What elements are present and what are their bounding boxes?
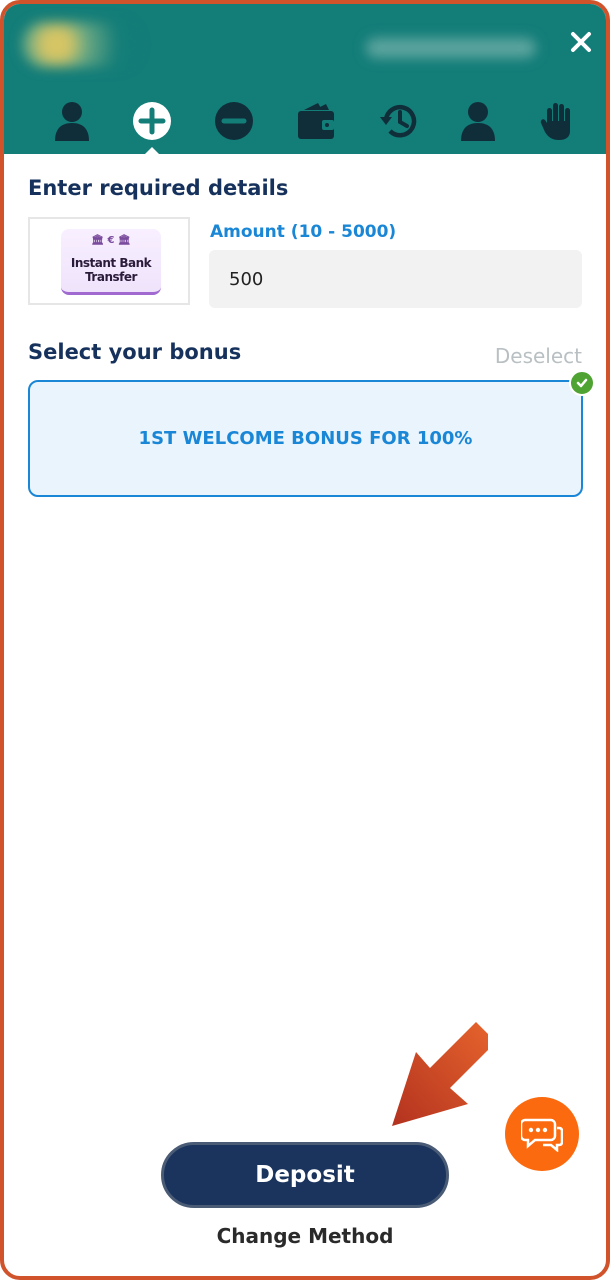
method-logo-text: Instant Bank Transfer xyxy=(70,256,152,284)
hand-icon[interactable] xyxy=(535,98,581,144)
bonus-option[interactable]: 1ST WELCOME BONUS FOR 100% xyxy=(28,380,583,497)
account-tabs xyxy=(4,98,606,148)
minus-circle-icon[interactable] xyxy=(211,98,257,144)
chat-icon[interactable] xyxy=(505,1097,579,1171)
pointer-arrow-icon xyxy=(392,1022,488,1126)
amount-label: Amount (10 - 5000) xyxy=(210,222,397,242)
bank-icon: 🏛 xyxy=(117,235,131,246)
plus-circle-icon[interactable] xyxy=(129,98,175,144)
profile-icon[interactable] xyxy=(455,98,501,144)
modal-header xyxy=(4,4,606,154)
change-method-link[interactable]: Change Method xyxy=(4,1224,606,1248)
check-icon xyxy=(569,370,595,396)
wallet-icon[interactable] xyxy=(293,98,339,144)
active-tab-indicator xyxy=(143,147,161,156)
payment-method-card[interactable]: 🏛 € 🏛 Instant Bank Transfer xyxy=(28,217,190,305)
amount-input[interactable] xyxy=(209,250,582,308)
logo-euro-symbol: € xyxy=(107,235,115,246)
brand-logo xyxy=(22,22,137,67)
header-user-info xyxy=(366,38,536,58)
bank-icon: 🏛 xyxy=(91,235,105,246)
deposit-button[interactable]: Deposit xyxy=(161,1142,449,1208)
user-icon[interactable] xyxy=(49,98,95,144)
instant-bank-transfer-logo: 🏛 € 🏛 Instant Bank Transfer xyxy=(61,229,161,295)
details-heading: Enter required details xyxy=(28,176,289,200)
bonus-heading: Select your bonus xyxy=(28,340,242,364)
deselect-link[interactable]: Deselect xyxy=(495,344,582,368)
deposit-modal: Enter required details 🏛 € 🏛 Instant Ban… xyxy=(0,0,610,1280)
history-icon[interactable] xyxy=(375,98,421,144)
bonus-option-label: 1ST WELCOME BONUS FOR 100% xyxy=(138,428,473,449)
close-icon[interactable] xyxy=(565,26,597,58)
